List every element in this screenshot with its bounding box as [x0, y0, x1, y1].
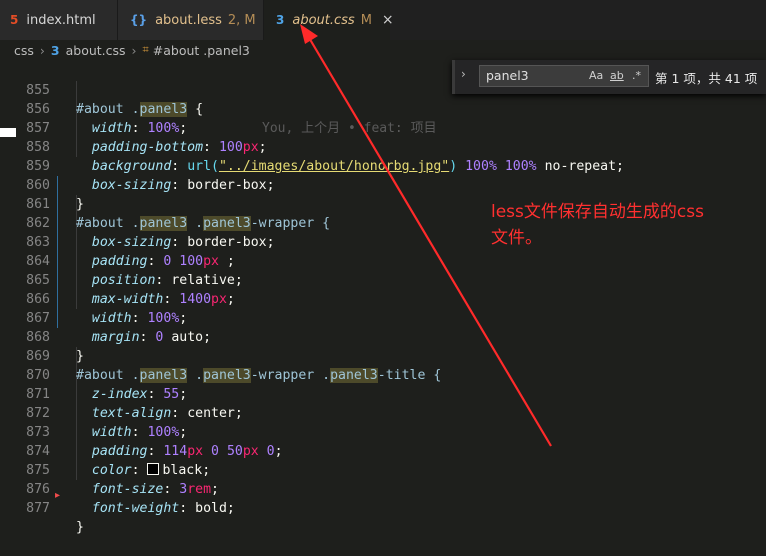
annotation-text: less文件保存自动生成的css 文件。 [491, 199, 761, 251]
annotation-arrow [300, 24, 552, 447]
annotation-line-1: less文件保存自动生成的css [491, 202, 704, 222]
arrow-head [300, 24, 318, 44]
annotation-line-2: 文件。 [491, 228, 542, 248]
